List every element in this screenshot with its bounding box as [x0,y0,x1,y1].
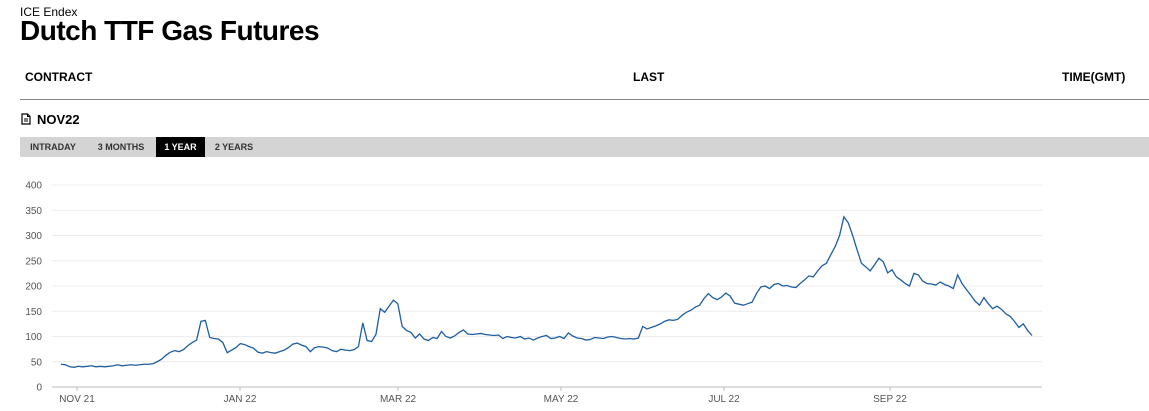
y-tick-label: 400 [25,181,42,192]
page-title: Dutch TTF Gas Futures [20,15,320,46]
series-line [60,215,1033,368]
contract-name: NOV22 [37,111,80,127]
y-tick-label: 300 [25,231,42,242]
document-icon [21,113,31,125]
x-tick-label: MAY 22 [544,394,579,405]
chart-grid [52,184,1042,388]
last-column-header: LAST [633,70,665,84]
y-tick-label: 350 [25,206,42,217]
y-tick-label: 200 [25,282,42,293]
y-tick-label: 100 [25,332,42,343]
tab-2-years[interactable]: 2 YEARS [205,137,263,157]
y-axis: 0 50 100 150 200 250 300 350 400 [25,181,42,394]
x-tick-label: JAN 22 [224,394,257,405]
x-tick-label: NOV 21 [59,394,95,405]
x-tick-label: JUL 22 [708,394,740,405]
y-tick-label: 50 [31,357,43,368]
contract-column-header: CONTRACT [25,70,93,84]
range-tab-bar: INTRADAY 3 MONTHS 1 YEAR 2 YEARS [20,137,1149,157]
y-tick-label: 0 [36,383,42,394]
tab-intraday[interactable]: INTRADAY [20,137,86,157]
price-line-chart: 0 50 100 150 200 250 300 350 400 NOV 21 JAN 22 MAR… [25,181,1042,405]
contract-row[interactable]: NOV22 [20,111,80,127]
time-column-header: TIME(GMT) [1062,70,1126,84]
tab-1-year[interactable]: 1 YEAR [156,137,205,157]
x-axis: NOV 21 JAN 22 MAR 22 MAY 22 JUL 22 SEP 22 [59,387,907,405]
tab-3-months[interactable]: 3 MONTHS [86,137,156,157]
y-tick-label: 150 [25,307,42,318]
x-tick-label: MAR 22 [380,394,417,405]
contract-table-header: CONTRACT LAST TIME(GMT) [20,68,1149,100]
x-tick-label: SEP 22 [873,394,907,405]
y-tick-label: 250 [25,256,42,267]
